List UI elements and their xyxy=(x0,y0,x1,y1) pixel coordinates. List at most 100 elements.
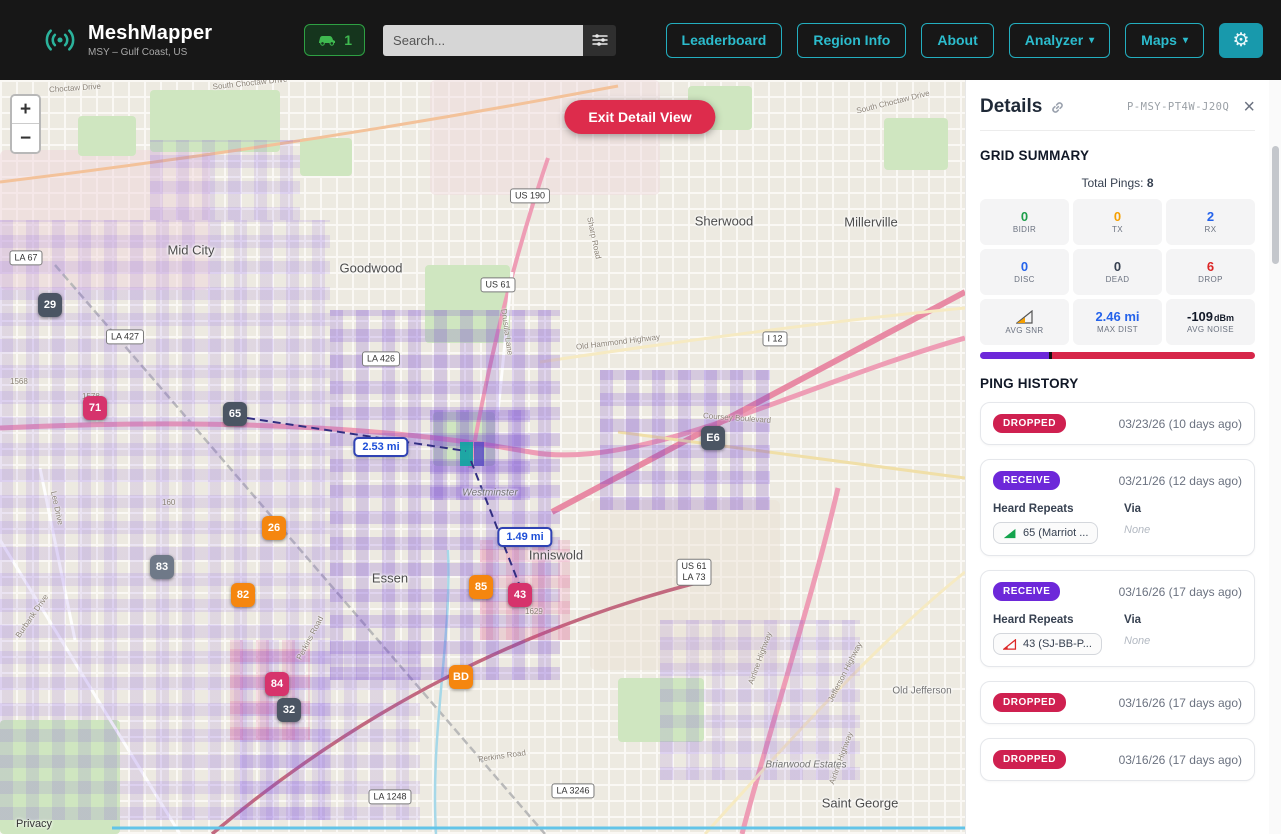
links-layer xyxy=(0,80,965,834)
zoom-in-button[interactable]: + xyxy=(12,96,39,124)
status-badge: DROPPED xyxy=(993,693,1066,712)
node-marker-84[interactable]: 84 xyxy=(265,672,289,696)
ping-history-heading: PING HISTORY xyxy=(980,376,1255,391)
node-id: P-MSY-PT4W-J20Q xyxy=(1127,101,1229,113)
link-icon[interactable] xyxy=(1050,100,1065,115)
zoom-out-button[interactable]: − xyxy=(12,124,39,152)
stats-grid: 0 BIDIR 0 TX 2 RX 0 DISC 0 DEAD 6 DROP xyxy=(980,199,1255,345)
ping-entry[interactable]: DROPPED 03/16/26 (17 days ago) xyxy=(980,681,1255,724)
ping-entry[interactable]: RECEIVE 03/16/26 (17 days ago) Heard Rep… xyxy=(980,570,1255,667)
place-label: Saint George xyxy=(822,796,899,811)
ping-date: 03/16/26 (17 days ago) xyxy=(1119,585,1242,599)
total-pings-value: 8 xyxy=(1147,176,1154,190)
ratio-segment-dropped xyxy=(1052,352,1255,359)
road-shield: US 61 LA 73 xyxy=(676,559,711,586)
search-input[interactable] xyxy=(383,25,583,56)
settings-button[interactable]: ⚙ xyxy=(1219,23,1263,58)
place-label: Westminster xyxy=(462,488,517,499)
stat-max-dist: 2.46 mi MAX DIST xyxy=(1073,299,1162,345)
place-label: Millerville xyxy=(844,215,897,230)
privacy-link[interactable]: Privacy xyxy=(16,818,52,830)
node-marker-26[interactable]: 26 xyxy=(262,516,286,540)
maps-label: Maps xyxy=(1141,32,1177,48)
ping-date: 03/21/26 (12 days ago) xyxy=(1119,474,1242,488)
signal-good-icon xyxy=(1003,528,1017,539)
ratio-segment-receive xyxy=(980,352,1049,359)
total-pings-label: Total Pings: xyxy=(1081,176,1143,190)
signal-bad-icon xyxy=(1003,639,1017,650)
via-value: None xyxy=(1124,524,1242,536)
close-icon[interactable]: × xyxy=(1243,97,1255,117)
node-marker-65[interactable]: 65 xyxy=(223,402,247,426)
place-label: Inniswold xyxy=(529,548,583,563)
via-value: None xyxy=(1124,635,1242,647)
street-label: 1629 xyxy=(525,607,543,616)
status-badge: RECEIVE xyxy=(993,471,1060,490)
place-label: Goodwood xyxy=(340,261,403,276)
grid-summary-heading: GRID SUMMARY xyxy=(980,148,1255,163)
node-marker-85[interactable]: 85 xyxy=(469,575,493,599)
place-label: Sherwood xyxy=(695,214,754,229)
stat-dead: 0 DEAD xyxy=(1073,249,1162,295)
panel-title: Details xyxy=(980,96,1042,118)
leaderboard-label: Leaderboard xyxy=(682,32,767,48)
place-label: Mid City xyxy=(168,243,215,258)
ping-date: 03/16/26 (17 days ago) xyxy=(1119,696,1242,710)
zoom-control: + − xyxy=(10,94,41,154)
search-filter-button[interactable] xyxy=(583,25,616,56)
node-marker-71[interactable]: 71 xyxy=(83,396,107,420)
car-icon xyxy=(317,33,337,47)
road-shield: LA 426 xyxy=(362,351,400,366)
vehicle-count-button[interactable]: 1 xyxy=(304,24,365,56)
app-title: MeshMapper xyxy=(88,22,212,45)
ping-entry[interactable]: RECEIVE 03/21/26 (12 days ago) Heard Rep… xyxy=(980,459,1255,556)
heard-repeats-label: Heard Repeats xyxy=(993,614,1124,626)
heard-node-chip[interactable]: 65 (Marriot ... xyxy=(993,522,1098,544)
status-badge: RECEIVE xyxy=(993,582,1060,601)
road-shield: US 190 xyxy=(510,188,550,203)
node-marker-43[interactable]: 43 xyxy=(508,583,532,607)
top-nav: MeshMapper MSY – Gulf Coast, US 1 Leader… xyxy=(0,0,1281,80)
ping-date: 03/23/26 (10 days ago) xyxy=(1119,417,1242,431)
node-marker-E6[interactable]: E6 xyxy=(701,426,725,450)
nav-buttons: Leaderboard Region Info About Analyzer▾ … xyxy=(666,23,1263,58)
region-info-button[interactable]: Region Info xyxy=(797,23,906,58)
via-label: Via xyxy=(1124,614,1242,626)
status-badge: DROPPED xyxy=(993,750,1066,769)
ping-date: 03/16/26 (17 days ago) xyxy=(1119,753,1242,767)
place-label: Old Jefferson xyxy=(892,686,951,697)
brand[interactable]: MeshMapper MSY – Gulf Coast, US xyxy=(42,22,212,58)
status-badge: DROPPED xyxy=(993,414,1066,433)
road-shield: LA 1248 xyxy=(368,789,411,804)
via-label: Via xyxy=(1124,503,1242,515)
road-shield: US 61 xyxy=(480,277,515,292)
stat-disc: 0 DISC xyxy=(980,249,1069,295)
node-marker-32[interactable]: 32 xyxy=(277,698,301,722)
map-canvas[interactable]: Choctaw Drive South Choctaw Drive South … xyxy=(0,80,965,834)
node-marker-BD[interactable]: BD xyxy=(449,665,473,689)
stat-drop: 6 DROP xyxy=(1166,249,1255,295)
ping-history-list: DROPPED 03/23/26 (10 days ago) RECEIVE 0… xyxy=(980,402,1255,781)
about-button[interactable]: About xyxy=(921,23,993,58)
ping-entry[interactable]: DROPPED 03/16/26 (17 days ago) xyxy=(980,738,1255,781)
node-marker-83[interactable]: 83 xyxy=(150,555,174,579)
stat-rx: 2 RX xyxy=(1166,199,1255,245)
stat-bidir: 0 BIDIR xyxy=(980,199,1069,245)
gear-icon: ⚙ xyxy=(1232,29,1249,52)
exit-detail-view-button[interactable]: Exit Detail View xyxy=(564,100,715,134)
region-info-label: Region Info xyxy=(813,32,890,48)
node-marker-29[interactable]: 29 xyxy=(38,293,62,317)
app-subtitle: MSY – Gulf Coast, US xyxy=(88,47,212,58)
about-label: About xyxy=(937,32,977,48)
radio-waves-logo-icon xyxy=(42,22,78,58)
chevron-down-icon: ▾ xyxy=(1089,35,1094,46)
heard-node-chip[interactable]: 43 (SJ-BB-P... xyxy=(993,633,1102,655)
ping-entry[interactable]: DROPPED 03/23/26 (10 days ago) xyxy=(980,402,1255,445)
node-marker-82[interactable]: 82 xyxy=(231,583,255,607)
details-panel: Details P-MSY-PT4W-J20Q × GRID SUMMARY T… xyxy=(965,80,1281,834)
panel-scrollbar-thumb[interactable] xyxy=(1272,146,1279,264)
analyzer-menu-button[interactable]: Analyzer▾ xyxy=(1009,23,1110,58)
leaderboard-button[interactable]: Leaderboard xyxy=(666,23,783,58)
maps-menu-button[interactable]: Maps▾ xyxy=(1125,23,1204,58)
stat-tx: 0 TX xyxy=(1073,199,1162,245)
